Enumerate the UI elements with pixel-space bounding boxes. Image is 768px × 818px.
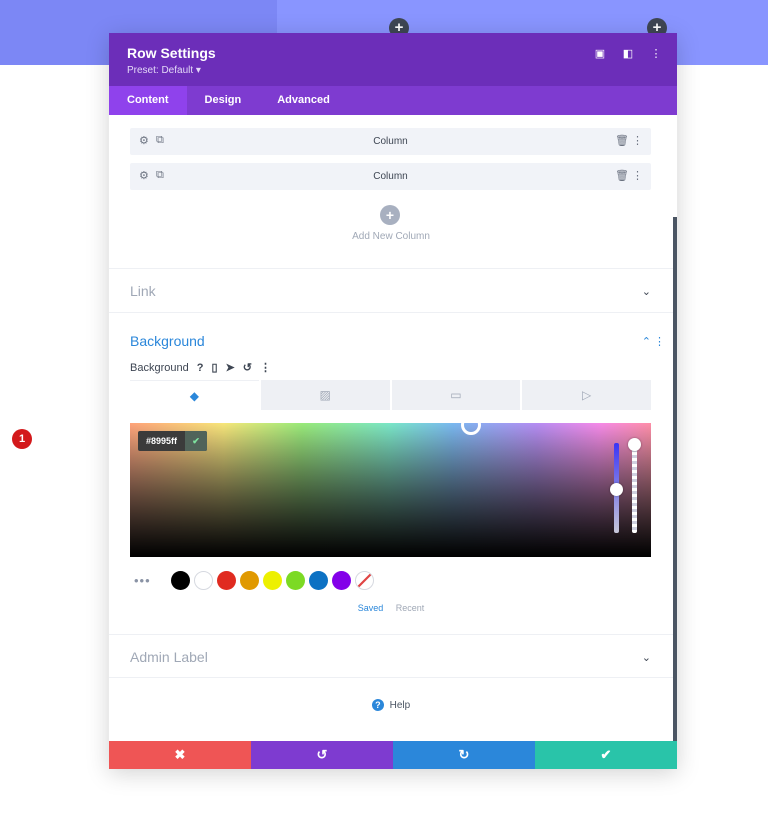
gradient-icon[interactable]: ▨ (260, 380, 390, 410)
help-label: Help (389, 700, 411, 711)
link-section-title[interactable]: Link (130, 283, 156, 299)
chevron-up-icon[interactable]: ⌃ (642, 335, 651, 348)
background-field-label: Background (130, 361, 189, 374)
admin-label-section-title[interactable]: Admin Label (130, 649, 208, 665)
trash-icon[interactable]: 🗑 (615, 134, 629, 147)
cursor-icon[interactable]: ➤ (226, 361, 235, 374)
settings-tabs: Content Design Advanced (109, 86, 677, 115)
help-link[interactable]: ? Help (109, 699, 673, 711)
more-swatches-icon[interactable]: ••• (134, 573, 151, 588)
column-label: Column (373, 171, 408, 182)
more-icon[interactable]: ⋮ (260, 361, 271, 374)
hue-slider-knob[interactable] (610, 483, 623, 496)
tab-advanced[interactable]: Advanced (259, 86, 348, 115)
swatch-blue[interactable] (308, 571, 328, 590)
color-swatches: ••• (134, 571, 374, 590)
undo-button[interactable]: ↺ (251, 741, 393, 769)
chevron-down-icon[interactable]: ⌄ (642, 651, 651, 664)
opacity-slider-knob[interactable] (628, 438, 641, 451)
color-picker-canvas[interactable]: #8995ff ✔ (130, 415, 651, 557)
chevron-down-icon[interactable]: ⌄ (642, 285, 651, 298)
swatch-purple[interactable] (331, 571, 351, 590)
hex-value[interactable]: #8995ff (138, 431, 185, 451)
background-field-label-row: Background ? ▯ ➤ ↺ ⋮ (130, 361, 271, 375)
recent-palette-tab[interactable]: Recent (396, 603, 425, 613)
image-icon[interactable]: ▭ (391, 380, 521, 410)
more-icon[interactable]: ⋮ (632, 134, 643, 147)
divider (109, 634, 673, 635)
swatch-yellow[interactable] (262, 571, 282, 590)
check-icon[interactable]: ✔ (185, 431, 208, 451)
modal-title: Row Settings (127, 45, 216, 61)
trash-icon[interactable]: 🗑 (615, 169, 629, 182)
modal-header: Row Settings Preset: Default ▾ ▣ ◧ ⋮ (109, 33, 677, 86)
undo-icon[interactable]: ↺ (243, 361, 252, 374)
column-item[interactable]: ⚙ ⧉ Column 🗑 ⋮ (130, 163, 651, 190)
opacity-slider[interactable] (632, 443, 637, 533)
video-icon[interactable]: ▷ (522, 380, 651, 410)
hex-value-chip[interactable]: #8995ff ✔ (138, 431, 208, 451)
help-icon: ? (371, 699, 384, 711)
background-type-tabs: ◆ ▨ ▭ ▷ (130, 380, 651, 410)
preset-dropdown[interactable]: Preset: Default ▾ (127, 65, 659, 76)
more-icon[interactable]: ⋮ (654, 335, 665, 348)
column-label: Column (373, 136, 408, 147)
cancel-button[interactable]: ✖ (109, 741, 251, 769)
paint-bucket-icon[interactable]: ◆ (130, 380, 259, 410)
divider (109, 312, 673, 313)
split-icon[interactable]: ◧ (621, 47, 635, 60)
more-icon[interactable]: ⋮ (649, 47, 663, 60)
redo-button[interactable]: ↻ (393, 741, 535, 769)
color-selector-handle[interactable] (461, 415, 481, 435)
saved-palette-tab[interactable]: Saved (358, 603, 384, 613)
tab-content[interactable]: Content (109, 86, 187, 115)
mobile-icon[interactable]: ▯ (211, 361, 217, 374)
no-color-swatch[interactable] (354, 571, 374, 590)
help-icon[interactable]: ? (197, 362, 204, 374)
header-actions: ▣ ◧ ⋮ (593, 47, 663, 60)
step-marker-badge: 1 (12, 429, 32, 449)
row-settings-modal: Row Settings Preset: Default ▾ ▣ ◧ ⋮ Con… (109, 33, 677, 769)
swatch-white[interactable] (193, 571, 213, 590)
swatch-red[interactable] (216, 571, 236, 590)
background-section-title[interactable]: Background (130, 333, 205, 349)
tab-design[interactable]: Design (187, 86, 260, 115)
swatch-orange[interactable] (239, 571, 259, 590)
save-button[interactable]: ✔ (535, 741, 677, 769)
palette-tabs: Saved Recent (109, 603, 673, 613)
divider (109, 677, 673, 678)
add-column-label[interactable]: Add New Column (109, 231, 673, 242)
expand-icon[interactable]: ▣ (593, 47, 607, 60)
add-column-button[interactable]: + (380, 205, 400, 225)
swatch-black[interactable] (170, 571, 190, 590)
modal-footer: ✖ ↺ ↻ ✔ (109, 741, 677, 769)
scrollbar[interactable] (673, 217, 677, 741)
settings-scroll-area: ⚙ ⧉ Column 🗑 ⋮ ⚙ ⧉ Column 🗑 ⋮ + Add New … (109, 115, 677, 741)
divider (109, 268, 673, 269)
column-item[interactable]: ⚙ ⧉ Column 🗑 ⋮ (130, 128, 651, 155)
swatch-green[interactable] (285, 571, 305, 590)
more-icon[interactable]: ⋮ (632, 169, 643, 182)
